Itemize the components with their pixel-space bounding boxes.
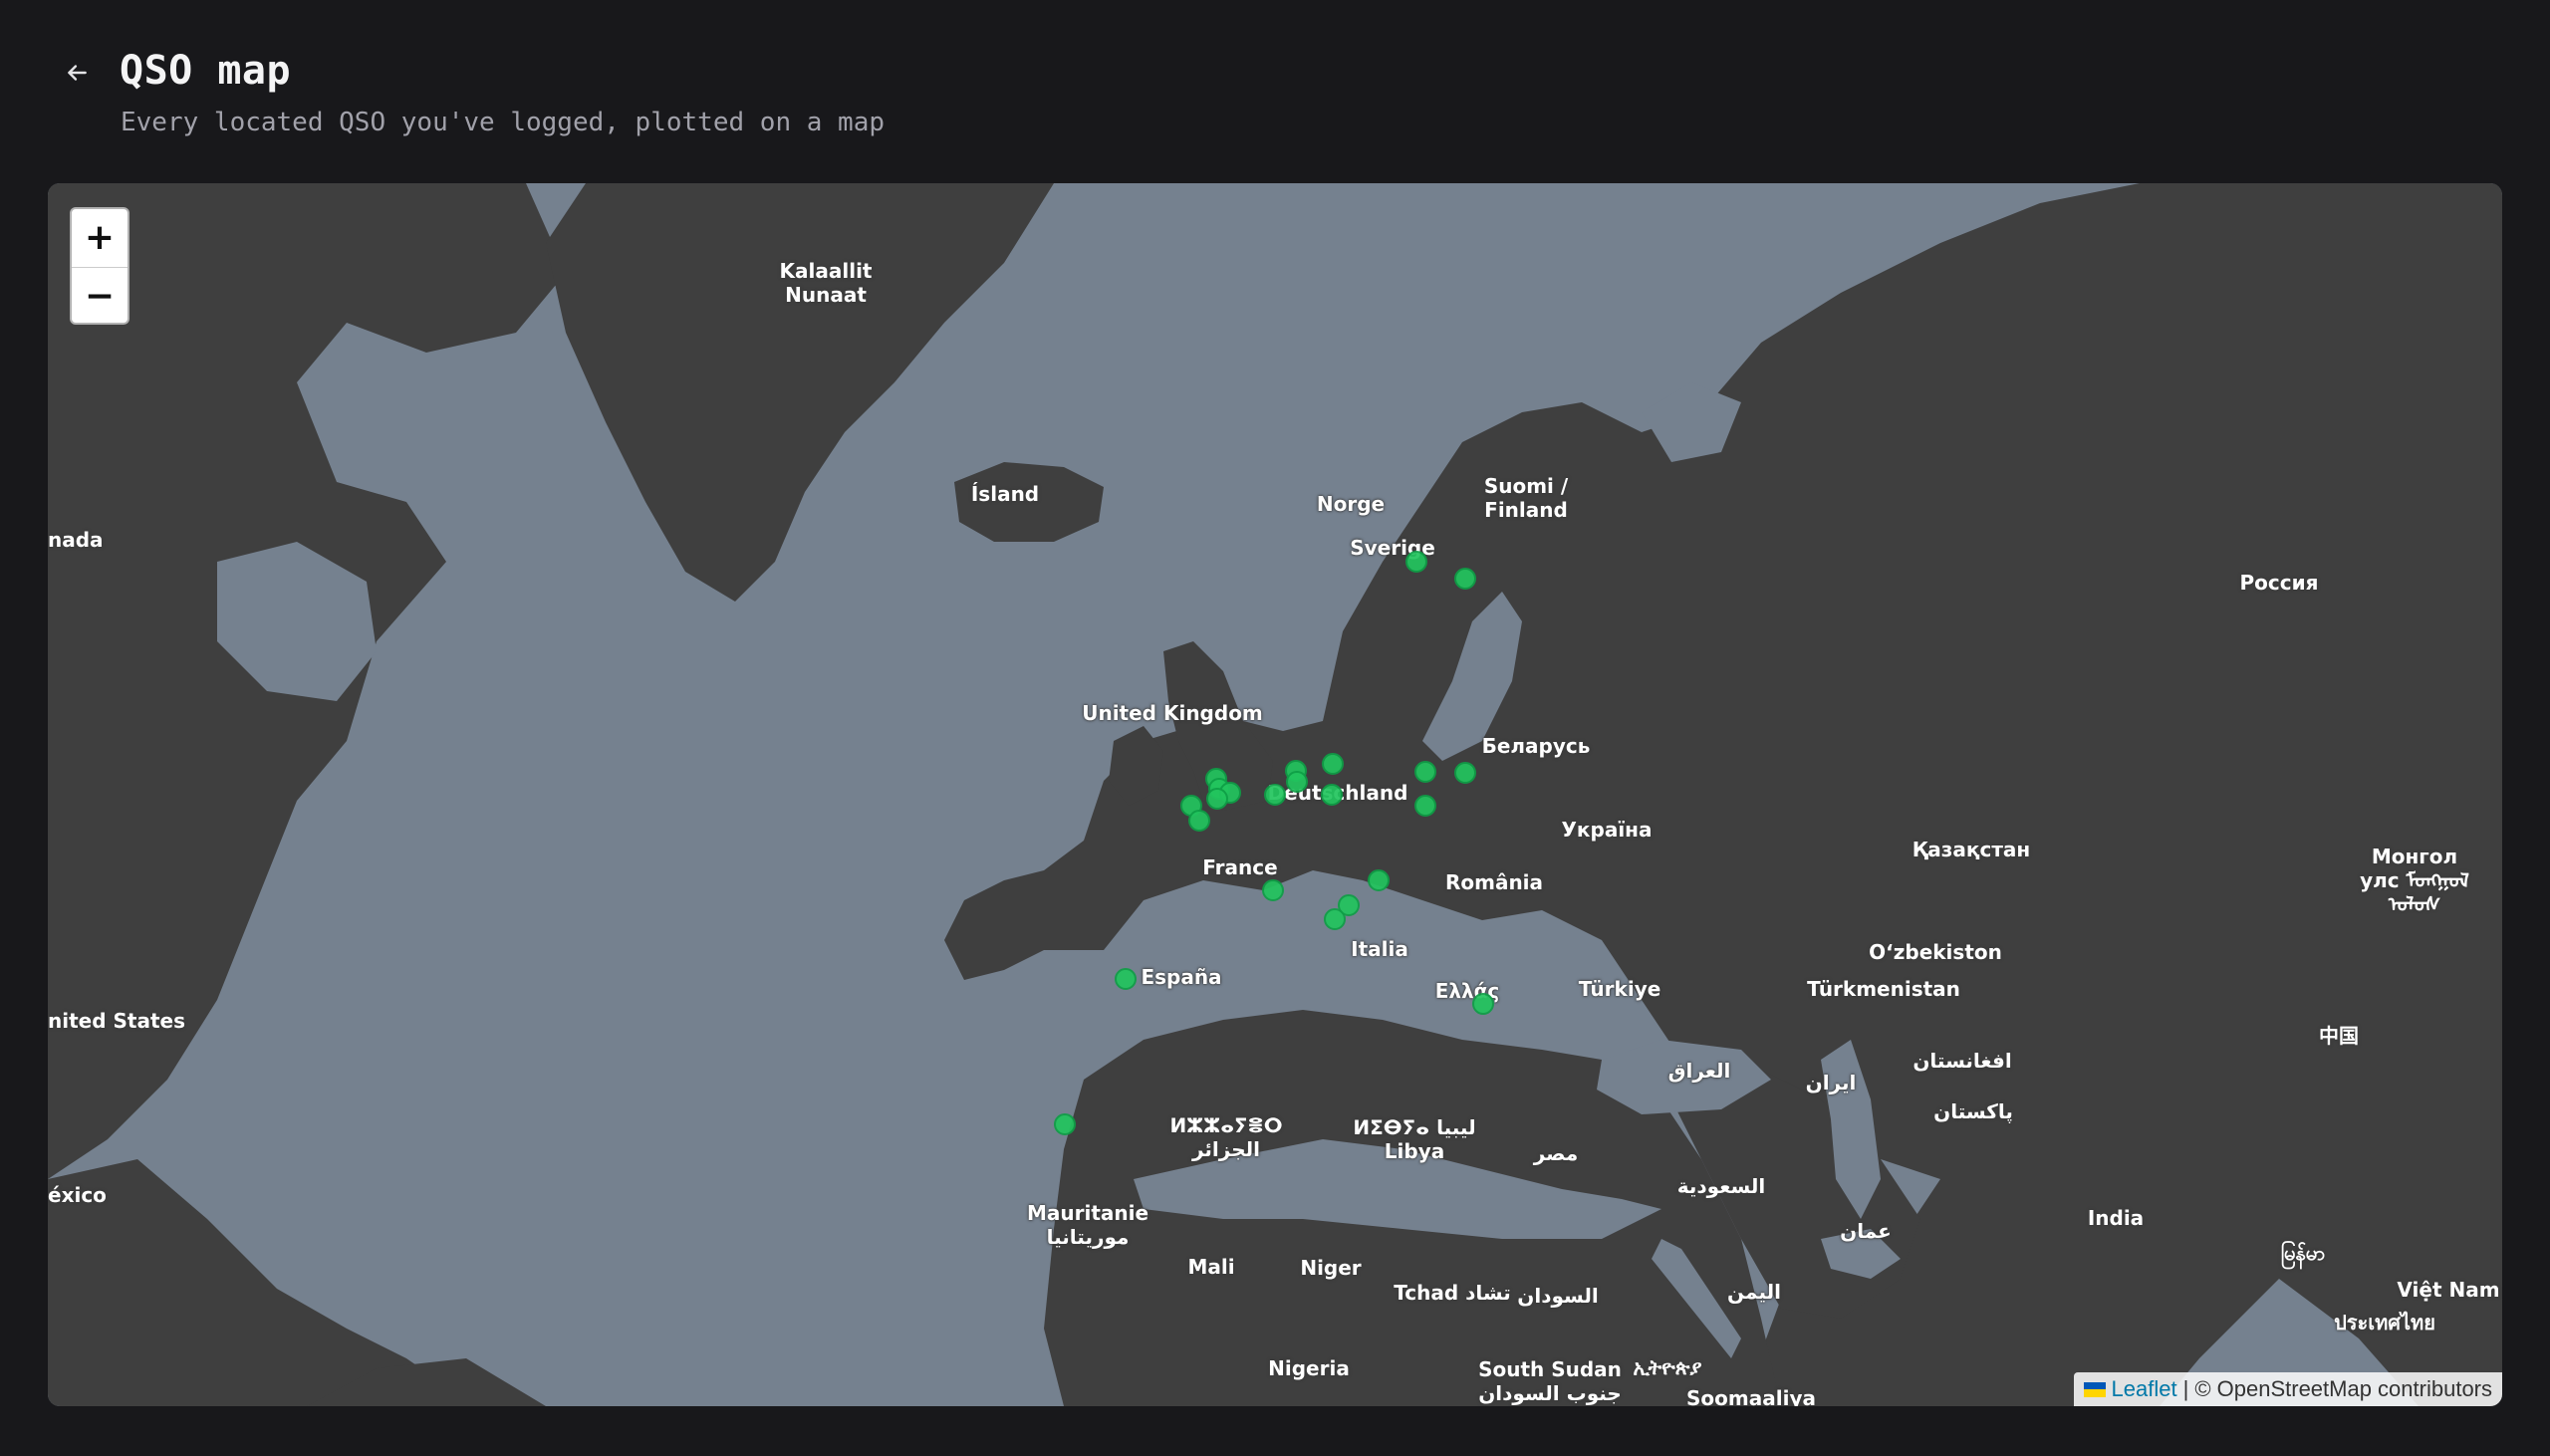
land-greenland [546, 183, 1054, 602]
map-label: South Sudan جنوب السودان [1478, 1357, 1622, 1405]
qso-marker[interactable] [1115, 968, 1137, 990]
ukraine-flag-icon [2083, 1381, 2106, 1397]
qso-marker[interactable] [1454, 762, 1476, 784]
map-attribution: Leaflet | © OpenStreetMap contributors [2073, 1372, 2502, 1406]
map-label: France [1202, 855, 1278, 879]
attribution-text: © OpenStreetMap contributors [2194, 1376, 2492, 1401]
map-label: ประเทศไทย [2334, 1311, 2435, 1335]
map-label: مصر [1533, 1141, 1579, 1165]
qso-marker[interactable] [1414, 795, 1436, 817]
map-label: پاکستان [1933, 1099, 2013, 1123]
map-label: Україна [1561, 818, 1653, 842]
map-label: United Kingdom [1082, 701, 1263, 725]
map-label: Suomi / Finland [1483, 474, 1569, 522]
qso-marker[interactable] [1472, 993, 1494, 1015]
zoom-control: + − [70, 207, 129, 325]
map-label: ⵍⵉⴱⵢⴰ ليبيا Libya [1353, 1115, 1476, 1163]
map-label: ایران [1805, 1071, 1857, 1094]
map-label: España [1141, 965, 1222, 989]
map-label: România [1444, 870, 1544, 894]
page-title: QSO map [120, 48, 292, 94]
map-label: nada [48, 528, 104, 552]
map-label: Türkmenistan [1807, 977, 1960, 1001]
map-label: Ísland [970, 482, 1040, 506]
map-label: မြန်မာ [2280, 1241, 2326, 1265]
map-label: العراق [1667, 1059, 1731, 1083]
leaflet-link[interactable]: Leaflet [2112, 1376, 2177, 1402]
qso-marker[interactable] [1054, 1113, 1076, 1135]
map-label: Việt Nam [2397, 1278, 2500, 1302]
map-label: ኢትዮጵያ [1633, 1355, 1702, 1379]
back-button[interactable] [60, 56, 94, 90]
map-label: 中国 [2319, 1024, 2359, 1048]
qso-marker[interactable] [1188, 810, 1210, 832]
zoom-out-button[interactable]: − [72, 268, 128, 323]
attribution-separator: | [2182, 1376, 2189, 1401]
map-label: Norge [1316, 492, 1386, 516]
qso-marker[interactable] [1454, 568, 1476, 590]
map-label: السعودية [1676, 1174, 1766, 1198]
qso-marker[interactable] [1264, 784, 1286, 806]
map-label: Nigeria [1268, 1356, 1350, 1380]
zoom-in-button[interactable]: + [72, 209, 128, 268]
map-label: India [2087, 1206, 2145, 1230]
map-label: Niger [1300, 1256, 1362, 1280]
qso-marker[interactable] [1405, 551, 1427, 573]
map-label: Россия [2239, 571, 2319, 595]
qso-marker[interactable] [1262, 879, 1284, 901]
qso-marker[interactable] [1321, 784, 1343, 806]
map-label: Қазақстан [1912, 838, 2031, 861]
map-label: Kalaallit Nunaat [779, 259, 873, 307]
map-label: Mauritanie موريتانيا [1026, 1201, 1149, 1249]
qso-map[interactable]: Kalaallit Nunaat Ísland Norge Suomi / Finla… [48, 183, 2502, 1406]
page-subtitle: Every located QSO you've logged, plotted… [121, 108, 886, 137]
map-label: Italia [1351, 937, 1408, 961]
map-label: السودان [1517, 1284, 1599, 1308]
arrow-left-icon [68, 65, 87, 81]
map-label: Soomaaliya [1686, 1386, 1816, 1406]
qso-marker[interactable] [1324, 908, 1346, 930]
qso-marker[interactable] [1206, 788, 1228, 810]
map-label: O‘zbekiston [1869, 940, 2002, 964]
map-label: ⵍⵣⵣⴰⵢⴻⵔ الجزائر [1169, 1113, 1283, 1161]
map-label: Mali [1187, 1255, 1235, 1279]
map-label: Tchad تشاد [1394, 1281, 1511, 1305]
map-label: éxico [48, 1183, 107, 1207]
map-label: Türkiye [1578, 977, 1661, 1001]
qso-marker[interactable] [1286, 771, 1308, 793]
map-label: عمان [1840, 1219, 1892, 1243]
qso-marker[interactable] [1368, 869, 1390, 891]
map-label: Монгол улс ᠮᠣᠩᠭᠣᠯ ᠤᠯᠤᠰ [2360, 845, 2469, 916]
qso-marker[interactable] [1414, 761, 1436, 783]
qso-marker[interactable] [1322, 753, 1344, 775]
map-label: Беларусь [1481, 734, 1591, 758]
map-label: nited States [48, 1009, 185, 1033]
map-label: اليمن [1727, 1280, 1781, 1304]
map-label: افغانستان [1912, 1049, 2012, 1073]
